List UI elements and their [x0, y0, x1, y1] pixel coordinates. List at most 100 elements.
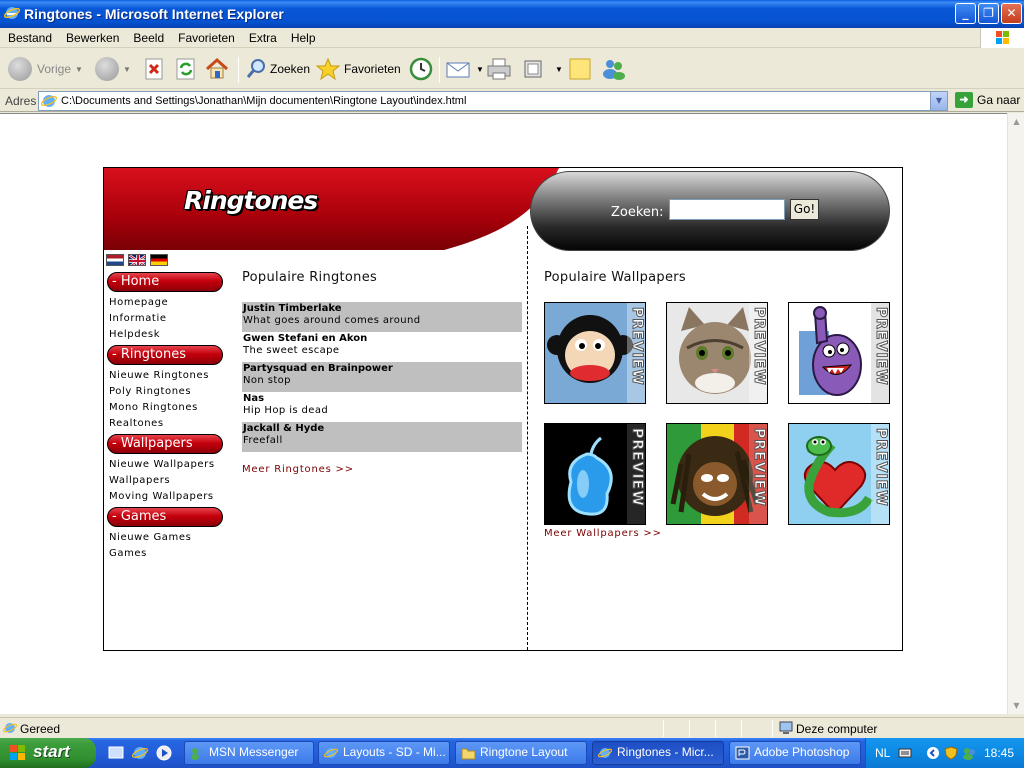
back-arrow-icon [8, 57, 32, 81]
computer-icon [779, 721, 793, 734]
close-button[interactable]: ✕ [1001, 3, 1022, 24]
sidebar-group-wallpapers: - Wallpapers Nieuwe Wallpapers Wallpaper… [107, 434, 225, 506]
back-label: Vorige [37, 62, 72, 76]
back-button[interactable]: Vorige ▼ [8, 55, 83, 83]
sidebar-heading-ringtones[interactable]: - Ringtones [107, 345, 223, 365]
quicklaunch-ie-icon[interactable] [132, 745, 148, 761]
ringtone-item[interactable]: Partysquad en Brainpower Non stop [242, 362, 522, 392]
sidebar-link-nieuwe-wallpapers[interactable]: Nieuwe Wallpapers [107, 458, 225, 474]
sidebar-group-games: - Games Nieuwe Games Games [107, 507, 225, 563]
expand-tray-icon[interactable] [926, 746, 940, 760]
start-label: start [33, 742, 70, 761]
site-search-go-button[interactable]: Go! [790, 199, 819, 220]
windows-flag-icon [996, 31, 1009, 44]
wallpaper-thumb-snake[interactable]: PREVIEW [788, 423, 890, 525]
sidebar-link-mono-ringtones[interactable]: Mono Ringtones [107, 401, 225, 417]
wallpaper-thumb-pear[interactable]: PREVIEW [544, 423, 646, 525]
sidebar-heading-games[interactable]: - Games [107, 507, 223, 527]
menu-help[interactable]: Help [284, 29, 323, 47]
chevron-down-icon: ▼ [935, 96, 943, 105]
scroll-up-button[interactable]: ▲ [1008, 113, 1024, 130]
task-label: Layouts - SD - Mi... [343, 745, 446, 759]
security-shield-icon[interactable] [944, 746, 958, 760]
refresh-button[interactable] [175, 55, 197, 83]
menu-bewerken[interactable]: Bewerken [59, 29, 126, 47]
address-label: Adres [5, 94, 37, 108]
address-dropdown-button[interactable]: ▼ [930, 92, 947, 110]
home-icon [205, 58, 229, 79]
favorites-label: Favorieten [344, 62, 401, 76]
more-ringtones-link[interactable]: Meer Ringtones >> [242, 464, 522, 475]
taskbar-item-layouts[interactable]: Layouts - SD - Mi... [318, 741, 450, 765]
sidebar-heading-home[interactable]: - Home [107, 272, 223, 292]
ringtone-item[interactable]: Gwen Stefani en Akon The sweet escape [242, 332, 522, 362]
more-wallpapers-link[interactable]: Meer Wallpapers >> [544, 528, 662, 539]
go-button[interactable]: ➜ Ga naar [955, 92, 1020, 108]
menu-beeld[interactable]: Beeld [126, 29, 171, 47]
language-flags [106, 254, 168, 266]
site-search-input[interactable] [669, 199, 785, 220]
quicklaunch-media-icon[interactable] [156, 745, 172, 761]
maximize-button[interactable]: ❐ [978, 3, 999, 24]
ringtone-artist: Partysquad en Brainpower [243, 363, 393, 374]
taskbar-item-ringtones[interactable]: Ringtones - Micr... [592, 741, 724, 765]
sidebar-link-games[interactable]: Games [107, 547, 225, 563]
stop-button[interactable] [144, 55, 164, 83]
ringtone-item[interactable]: Justin Timberlake What goes around comes… [242, 302, 522, 332]
discuss-button[interactable] [569, 55, 593, 83]
sidebar-link-nieuwe-games[interactable]: Nieuwe Games [107, 531, 225, 547]
column-divider [527, 226, 528, 650]
edit-button[interactable]: ▼ [523, 55, 563, 83]
address-url: C:\Documents and Settings\Jonathan\Mijn … [61, 95, 467, 107]
sidebar-heading-wallpapers[interactable]: - Wallpapers [107, 434, 223, 454]
wallpaper-thumb-monster[interactable]: PREVIEW [788, 302, 890, 404]
taskbar-item-photoshop[interactable]: Adobe Photoshop [729, 741, 861, 765]
favorites-button[interactable]: Favorieten [316, 55, 401, 83]
ringtone-item[interactable]: Jackall & Hyde Freefall [242, 422, 522, 452]
start-button[interactable]: start [0, 738, 96, 768]
wallpaper-thumb-kitten[interactable]: PREVIEW [666, 302, 768, 404]
search-button[interactable]: Zoeken [245, 55, 310, 83]
sidebar-link-moving-wallpapers[interactable]: Moving Wallpapers [107, 490, 225, 506]
forward-button[interactable]: ▼ [95, 55, 131, 83]
language-indicator[interactable]: NL [875, 746, 890, 760]
minimize-icon: _ [962, 6, 969, 20]
sidebar-link-poly-ringtones[interactable]: Poly Ringtones [107, 385, 225, 401]
minimize-button[interactable]: _ [955, 3, 976, 24]
wallpaper-thumb-monkey[interactable]: PREVIEW [544, 302, 646, 404]
flag-uk-icon[interactable] [128, 254, 146, 266]
ringtone-item[interactable]: Nas Hip Hop is dead [242, 392, 522, 422]
address-input[interactable]: C:\Documents and Settings\Jonathan\Mijn … [38, 91, 948, 111]
menu-favorieten[interactable]: Favorieten [171, 29, 242, 47]
system-tray: NL 18:45 [865, 738, 1024, 768]
taskbar-item-folder[interactable]: Ringtone Layout [455, 741, 587, 765]
sidebar-link-realtones[interactable]: Realtones [107, 417, 225, 433]
messenger-button[interactable] [601, 55, 627, 83]
flag-dutch-icon[interactable] [106, 254, 124, 266]
sidebar-link-homepage[interactable]: Homepage [107, 296, 225, 312]
menu-bestand[interactable]: Bestand [1, 29, 59, 47]
flag-german-icon[interactable] [150, 254, 168, 266]
mail-button[interactable]: ▼ [446, 55, 484, 83]
keyboard-icon[interactable] [898, 746, 912, 760]
search-panel: Zoeken: Go! [530, 171, 890, 251]
msn-tray-icon[interactable] [962, 746, 976, 760]
sidebar-link-wallpapers[interactable]: Wallpapers [107, 474, 225, 490]
wallpaper-thumb-rasta[interactable]: PREVIEW [666, 423, 768, 525]
print-button[interactable] [486, 55, 512, 83]
sidebar-link-nieuwe-ringtones[interactable]: Nieuwe Ringtones [107, 369, 225, 385]
menu-extra[interactable]: Extra [242, 29, 284, 47]
home-button[interactable] [205, 55, 229, 83]
site-logo[interactable]: Ringtones [184, 186, 318, 215]
sidebar-link-informatie[interactable]: Informatie [107, 312, 225, 328]
ringtone-artist: Gwen Stefani en Akon [243, 333, 368, 344]
scroll-down-button[interactable]: ▼ [1008, 697, 1024, 714]
vertical-scrollbar[interactable]: ▲ ▼ [1007, 113, 1024, 714]
taskbar-item-msn[interactable]: MSN Messenger [184, 741, 314, 765]
history-button[interactable] [408, 55, 434, 83]
ringtone-song: Hip Hop is dead [243, 405, 329, 416]
show-desktop-icon[interactable] [108, 745, 124, 761]
window-title: Ringtones - Microsoft Internet Explorer [24, 6, 284, 22]
sidebar-link-helpdesk[interactable]: Helpdesk [107, 328, 225, 344]
go-arrow-icon: ➜ [955, 92, 973, 108]
